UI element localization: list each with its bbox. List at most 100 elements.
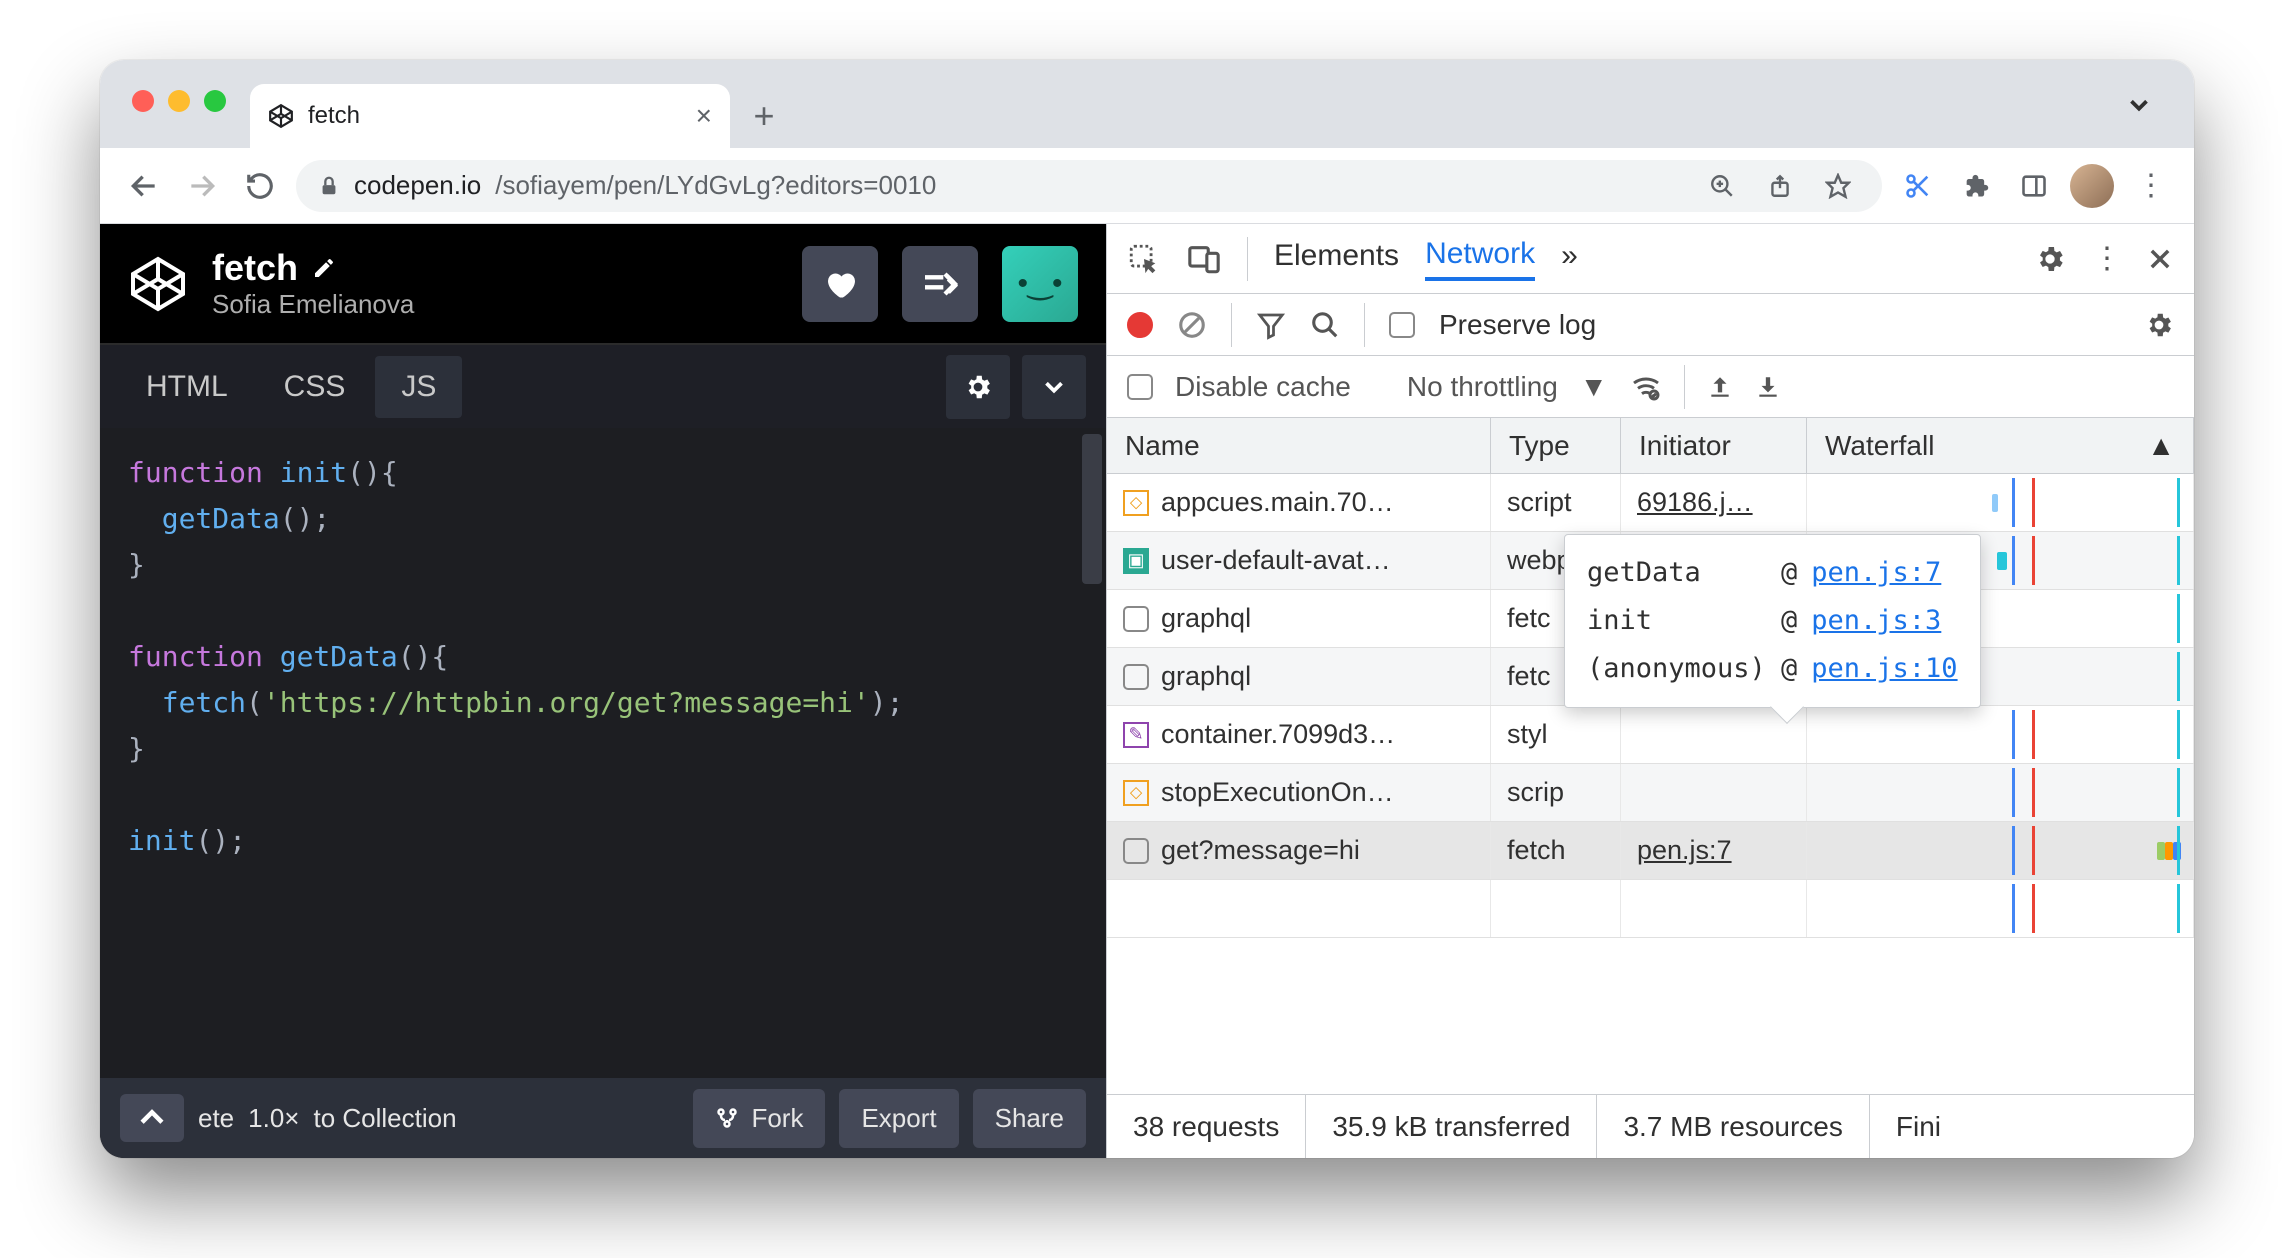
- export-har-icon[interactable]: [1755, 374, 1781, 400]
- search-icon[interactable]: [1310, 310, 1340, 340]
- transferred-size: 35.9 kB transferred: [1306, 1095, 1597, 1158]
- tab-css[interactable]: CSS: [258, 356, 372, 418]
- nav-back-button[interactable]: [122, 164, 166, 208]
- browser-tab[interactable]: fetch ×: [250, 84, 730, 148]
- codepen-header: fetch Sofia Emelianova •‿•: [100, 224, 1106, 344]
- resources-size: 3.7 MB resources: [1597, 1095, 1869, 1158]
- stack-link[interactable]: pen.js:10: [1811, 645, 1957, 693]
- initiator-callstack-popover: getData@pen.js:7 init@pen.js:3 (anonymou…: [1564, 534, 1981, 708]
- throttling-chevron-icon[interactable]: ▼: [1580, 371, 1608, 403]
- devtools-settings-gear-icon[interactable]: [2034, 243, 2066, 275]
- initiator-link[interactable]: 69186.j…: [1637, 487, 1753, 518]
- stack-link[interactable]: pen.js:7: [1811, 549, 1941, 597]
- preserve-log-checkbox[interactable]: [1389, 312, 1415, 338]
- editor-collapse-chevron-icon[interactable]: [1022, 355, 1086, 419]
- bookmark-star-icon[interactable]: [1816, 164, 1860, 208]
- tab-more[interactable]: »: [1561, 239, 1578, 279]
- pen-title[interactable]: fetch: [212, 247, 778, 289]
- edit-pencil-icon[interactable]: [312, 256, 336, 280]
- tab-close-icon[interactable]: ×: [696, 100, 712, 132]
- url-input[interactable]: codepen.io/sofiayem/pen/LYdGvLg?editors=…: [296, 160, 1882, 212]
- network-toolbar-secondary: Disable cache No throttling ▼: [1107, 356, 2194, 418]
- network-row[interactable]: ⬦appcues.main.70… script 69186.j…: [1107, 474, 2194, 532]
- inspect-element-icon[interactable]: [1127, 242, 1161, 276]
- profile-avatar[interactable]: [2070, 164, 2114, 208]
- tab-title: fetch: [308, 102, 360, 130]
- to-collection-button[interactable]: to Collection: [313, 1089, 478, 1148]
- network-settings-gear-icon[interactable]: [2144, 310, 2174, 340]
- devtools-tabs: Elements Network » ⋮: [1107, 224, 2194, 294]
- device-toolbar-icon[interactable]: [1187, 242, 1221, 276]
- user-avatar[interactable]: •‿•: [1002, 246, 1078, 322]
- image-file-icon: ▣: [1123, 548, 1149, 574]
- tab-html[interactable]: HTML: [120, 356, 254, 418]
- new-tab-button[interactable]: +: [740, 92, 788, 140]
- network-row[interactable]: get?message=hi fetch pen.js:7: [1107, 822, 2194, 880]
- network-row[interactable]: ⬦stopExecutionOn… scrip: [1107, 764, 2194, 822]
- code-content: function init(){ getData(); } function g…: [128, 450, 1078, 864]
- col-name[interactable]: Name: [1107, 418, 1491, 473]
- initiator-link[interactable]: pen.js:7: [1637, 835, 1732, 866]
- address-bar: codepen.io/sofiayem/pen/LYdGvLg?editors=…: [100, 148, 2194, 224]
- scissors-extension-icon[interactable]: [1896, 164, 1940, 208]
- stack-link[interactable]: pen.js:3: [1811, 597, 1941, 645]
- disable-cache-checkbox[interactable]: [1127, 374, 1153, 400]
- editor-settings-gear-icon[interactable]: [946, 355, 1010, 419]
- url-host: codepen.io: [354, 170, 481, 201]
- extensions-puzzle-icon[interactable]: [1954, 164, 1998, 208]
- editor-scrollbar[interactable]: [1082, 434, 1102, 584]
- import-har-icon[interactable]: [1707, 374, 1733, 400]
- devtools-menu-icon[interactable]: ⋮: [2092, 241, 2120, 276]
- finish-time: Fini: [1870, 1095, 1967, 1158]
- close-window-button[interactable]: [132, 90, 154, 112]
- maximize-window-button[interactable]: [204, 90, 226, 112]
- network-table: ⬦appcues.main.70… script 69186.j… ▣user-…: [1107, 474, 2194, 1094]
- tab-strip: fetch × +: [100, 60, 2194, 148]
- sidepanel-icon[interactable]: [2012, 164, 2056, 208]
- share-button[interactable]: Share: [973, 1089, 1086, 1148]
- tab-list-chevron-icon[interactable]: [2124, 90, 2154, 120]
- tab-js[interactable]: JS: [375, 356, 462, 418]
- zoom-readout[interactable]: 1.0×: [248, 1103, 299, 1134]
- filter-funnel-icon[interactable]: [1256, 310, 1286, 340]
- export-button[interactable]: Export: [839, 1089, 958, 1148]
- share-icon[interactable]: [1758, 164, 1802, 208]
- heart-button[interactable]: [802, 246, 878, 322]
- code-editor[interactable]: function init(){ getData(); } function g…: [100, 428, 1106, 1078]
- url-path: /sofiayem/pen/LYdGvLg?editors=0010: [495, 170, 936, 201]
- throttling-select[interactable]: No throttling: [1407, 371, 1558, 403]
- record-button[interactable]: [1127, 312, 1153, 338]
- disable-cache-label: Disable cache: [1175, 371, 1351, 403]
- reload-button[interactable]: [238, 164, 282, 208]
- sort-triangle-icon: ▲: [2147, 430, 2175, 462]
- pen-author[interactable]: Sofia Emelianova: [212, 289, 778, 320]
- tab-elements[interactable]: Elements: [1274, 239, 1399, 279]
- col-waterfall[interactable]: Waterfall▲: [1807, 418, 2194, 473]
- network-conditions-wifi-icon[interactable]: [1630, 371, 1662, 403]
- tab-network[interactable]: Network: [1425, 237, 1535, 281]
- codepen-logo-icon[interactable]: [128, 254, 188, 314]
- devtools-panel: Elements Network » ⋮ Preserve l: [1106, 224, 2194, 1158]
- requests-count: 38 requests: [1107, 1095, 1306, 1158]
- css-file-icon: ✎: [1123, 722, 1149, 748]
- chrome-menu-icon[interactable]: ⋮: [2128, 164, 2172, 208]
- footer-expand-button[interactable]: [120, 1094, 184, 1142]
- clear-log-icon[interactable]: [1177, 310, 1207, 340]
- nav-forward-button[interactable]: [180, 164, 224, 208]
- browser-window: fetch × + codepen.io/sofiayem/pen/LYdGvL…: [100, 60, 2194, 1158]
- network-columns-header: Name Type Initiator Waterfall▲: [1107, 418, 2194, 474]
- codepen-app: fetch Sofia Emelianova •‿• HTML CSS JS: [100, 224, 1106, 1158]
- delete-button-fragment[interactable]: ete: [198, 1103, 234, 1134]
- fetch-file-icon: [1123, 838, 1149, 864]
- devtools-close-icon[interactable]: [2146, 245, 2174, 273]
- minimize-window-button[interactable]: [168, 90, 190, 112]
- col-initiator[interactable]: Initiator: [1621, 418, 1807, 473]
- js-file-icon: ⬦: [1123, 780, 1149, 806]
- network-row[interactable]: ✎container.7099d3… styl: [1107, 706, 2194, 764]
- editor-layout-button[interactable]: [902, 246, 978, 322]
- network-status-bar: 38 requests 35.9 kB transferred 3.7 MB r…: [1107, 1094, 2194, 1158]
- col-type[interactable]: Type: [1491, 418, 1621, 473]
- preserve-log-label: Preserve log: [1439, 309, 1596, 341]
- fork-button[interactable]: Fork: [693, 1089, 825, 1148]
- zoom-icon[interactable]: [1700, 164, 1744, 208]
